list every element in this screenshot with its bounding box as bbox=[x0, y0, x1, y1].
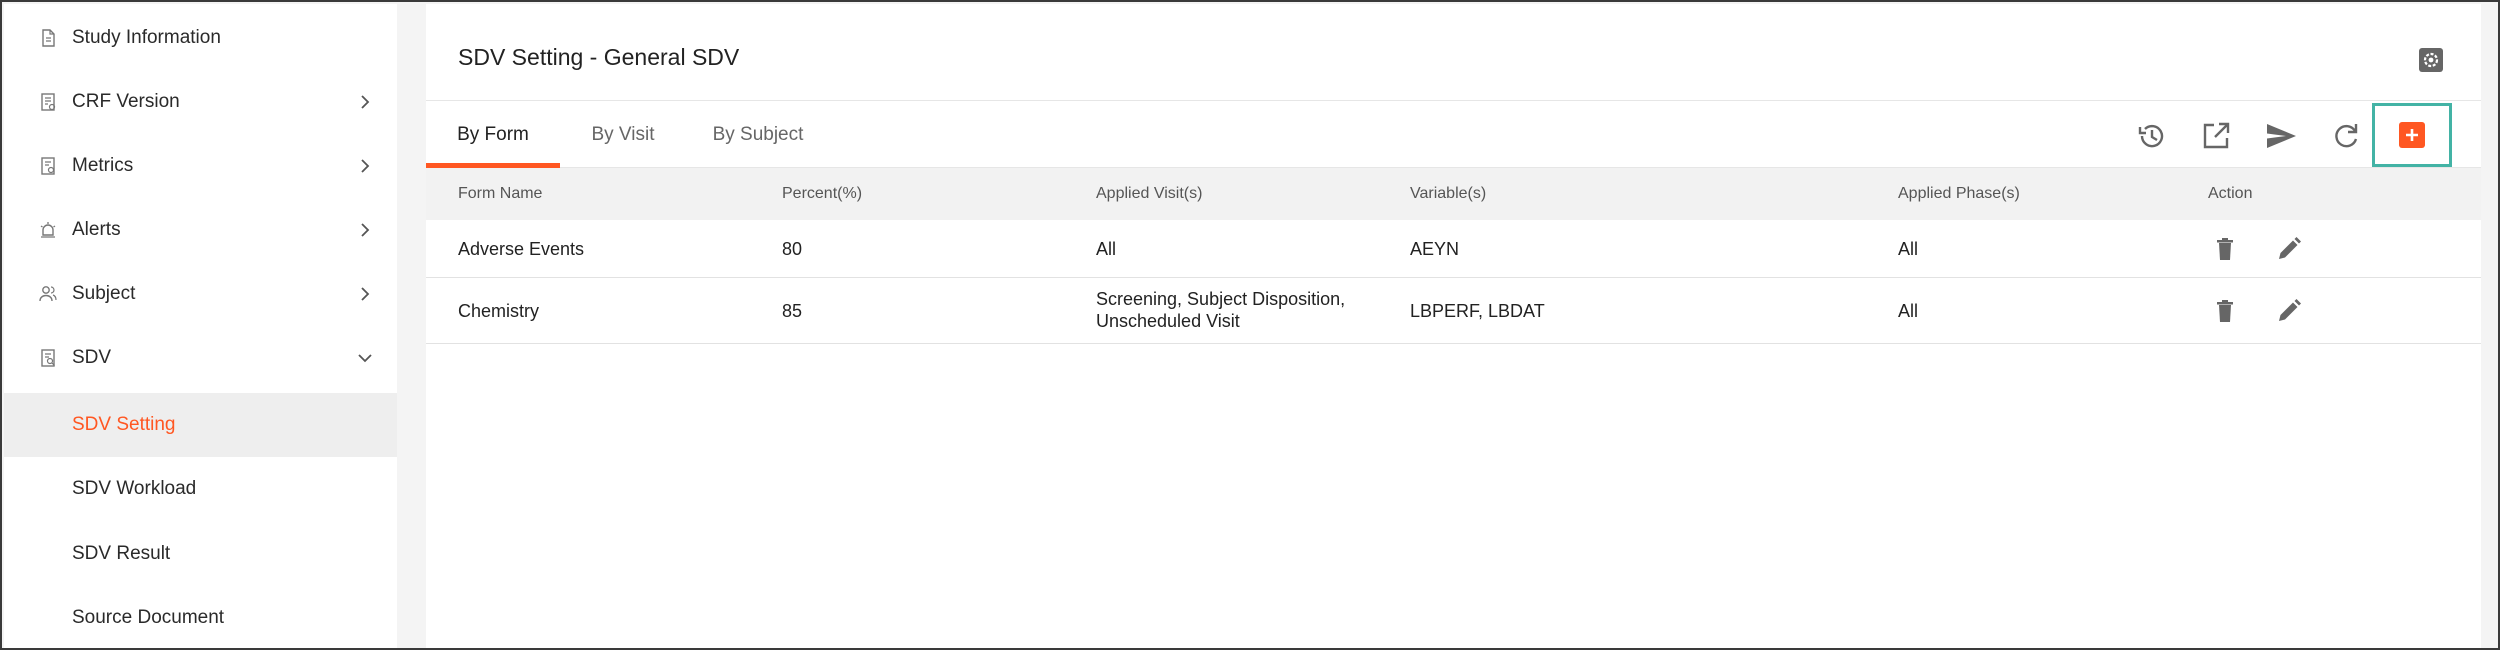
chevron-right-icon bbox=[361, 223, 370, 237]
add-button-highlight bbox=[2372, 103, 2452, 167]
sidebar-item-study-information[interactable]: Study Information bbox=[4, 6, 397, 70]
sidebar-item-label: Subject bbox=[72, 283, 136, 304]
sidebar-subitem-sdv-result[interactable]: SDV Result bbox=[4, 522, 397, 586]
gear-icon[interactable] bbox=[2417, 46, 2445, 74]
main-panel: SDV Setting - General SDV By Form By Vis… bbox=[426, 4, 2481, 648]
app-window: Study Information CRF Version Metrics Al… bbox=[0, 0, 2500, 650]
alarm-icon bbox=[40, 222, 56, 238]
sidebar-item-label: Metrics bbox=[72, 155, 134, 176]
sidebar-subitem-label: SDV Workload bbox=[72, 478, 197, 499]
sidebar-subitem-sdv-setting[interactable]: SDV Setting bbox=[4, 393, 397, 457]
table-row: Chemistry 85 Screening, Subject Disposit… bbox=[426, 278, 2481, 344]
metrics-icon bbox=[41, 157, 55, 175]
chevron-right-icon bbox=[361, 287, 370, 301]
column-header-action: Action bbox=[2208, 185, 2253, 202]
sidebar-subitem-label: SDV Result bbox=[72, 543, 171, 564]
cell-percent: 85 bbox=[782, 301, 803, 321]
users-icon bbox=[39, 286, 57, 302]
cell-percent: 80 bbox=[782, 239, 803, 259]
delete-icon[interactable] bbox=[2210, 234, 2240, 264]
edit-icon[interactable] bbox=[2274, 296, 2304, 326]
cell-applied-visits-line1: Screening, Subject Disposition, bbox=[1096, 289, 1346, 309]
edit-icon[interactable] bbox=[2274, 234, 2304, 264]
cell-variables: AEYN bbox=[1410, 239, 1460, 259]
tab-by-subject[interactable]: By Subject bbox=[688, 101, 828, 169]
sidebar-item-label: CRF Version bbox=[72, 91, 180, 112]
table-row: Adverse Events 80 All AEYN All bbox=[426, 220, 2481, 278]
sidebar-item-crf-version[interactable]: CRF Version bbox=[4, 70, 397, 134]
column-header-applied-visits: Applied Visit(s) bbox=[1096, 185, 1203, 202]
cell-applied-visits: All bbox=[1096, 239, 1117, 259]
document-icon bbox=[42, 29, 55, 47]
cell-applied-visits: Screening, Subject Disposition, Unschedu… bbox=[1096, 288, 1345, 332]
sidebar-subitem-sdv-workload[interactable]: SDV Workload bbox=[4, 457, 397, 521]
cell-applied-visits-line2: Unscheduled Visit bbox=[1096, 311, 1240, 331]
tab-bar: By Form By Visit By Subject bbox=[426, 100, 2481, 168]
history-icon[interactable] bbox=[2134, 119, 2168, 153]
table-header: Form Name Percent(%) Applied Visit(s) Va… bbox=[426, 168, 2481, 220]
chevron-right-icon bbox=[361, 159, 370, 173]
column-header-percent: Percent(%) bbox=[782, 185, 863, 202]
cell-form-name: Chemistry bbox=[458, 301, 540, 321]
sdv-icon bbox=[41, 349, 55, 367]
refresh-icon[interactable] bbox=[2329, 119, 2363, 153]
sidebar-item-metrics[interactable]: Metrics bbox=[4, 134, 397, 198]
export-icon[interactable] bbox=[2199, 119, 2233, 153]
delete-icon[interactable] bbox=[2210, 296, 2240, 326]
sidebar-subitem-label: Source Document bbox=[72, 607, 225, 628]
cell-applied-phases: All bbox=[1898, 239, 1919, 259]
sidebar-item-label: Alerts bbox=[72, 219, 121, 240]
sidebar-item-alerts[interactable]: Alerts bbox=[4, 198, 397, 262]
sidebar-subitem-label: SDV Setting bbox=[72, 414, 176, 435]
sidebar-item-label: Study Information bbox=[72, 27, 221, 48]
page-title: SDV Setting - General SDV bbox=[458, 44, 740, 70]
sidebar-item-subject[interactable]: Subject bbox=[4, 262, 397, 326]
send-icon[interactable] bbox=[2264, 119, 2298, 153]
sidebar-item-label: SDV bbox=[72, 347, 112, 368]
cell-applied-phases: All bbox=[1898, 301, 1919, 321]
sidebar-item-sdv[interactable]: SDV bbox=[4, 326, 397, 390]
column-header-applied-phases: Applied Phase(s) bbox=[1898, 185, 2020, 202]
plus-icon bbox=[2406, 129, 2418, 141]
cell-form-name: Adverse Events bbox=[458, 239, 585, 259]
add-button[interactable] bbox=[2399, 122, 2425, 148]
chevron-down-icon bbox=[358, 354, 372, 363]
column-header-form-name: Form Name bbox=[458, 185, 543, 202]
sidebar-subitem-source-document[interactable]: Source Document bbox=[4, 586, 397, 650]
column-header-variables: Variable(s) bbox=[1410, 185, 1487, 202]
cell-variables: LBPERF, LBDAT bbox=[1410, 301, 1545, 321]
tab-by-visit[interactable]: By Visit bbox=[568, 101, 678, 169]
tab-by-form[interactable]: By Form bbox=[426, 101, 560, 169]
chevron-right-icon bbox=[361, 95, 370, 109]
form-icon bbox=[41, 93, 56, 111]
sidebar: Study Information CRF Version Metrics Al… bbox=[4, 4, 397, 648]
